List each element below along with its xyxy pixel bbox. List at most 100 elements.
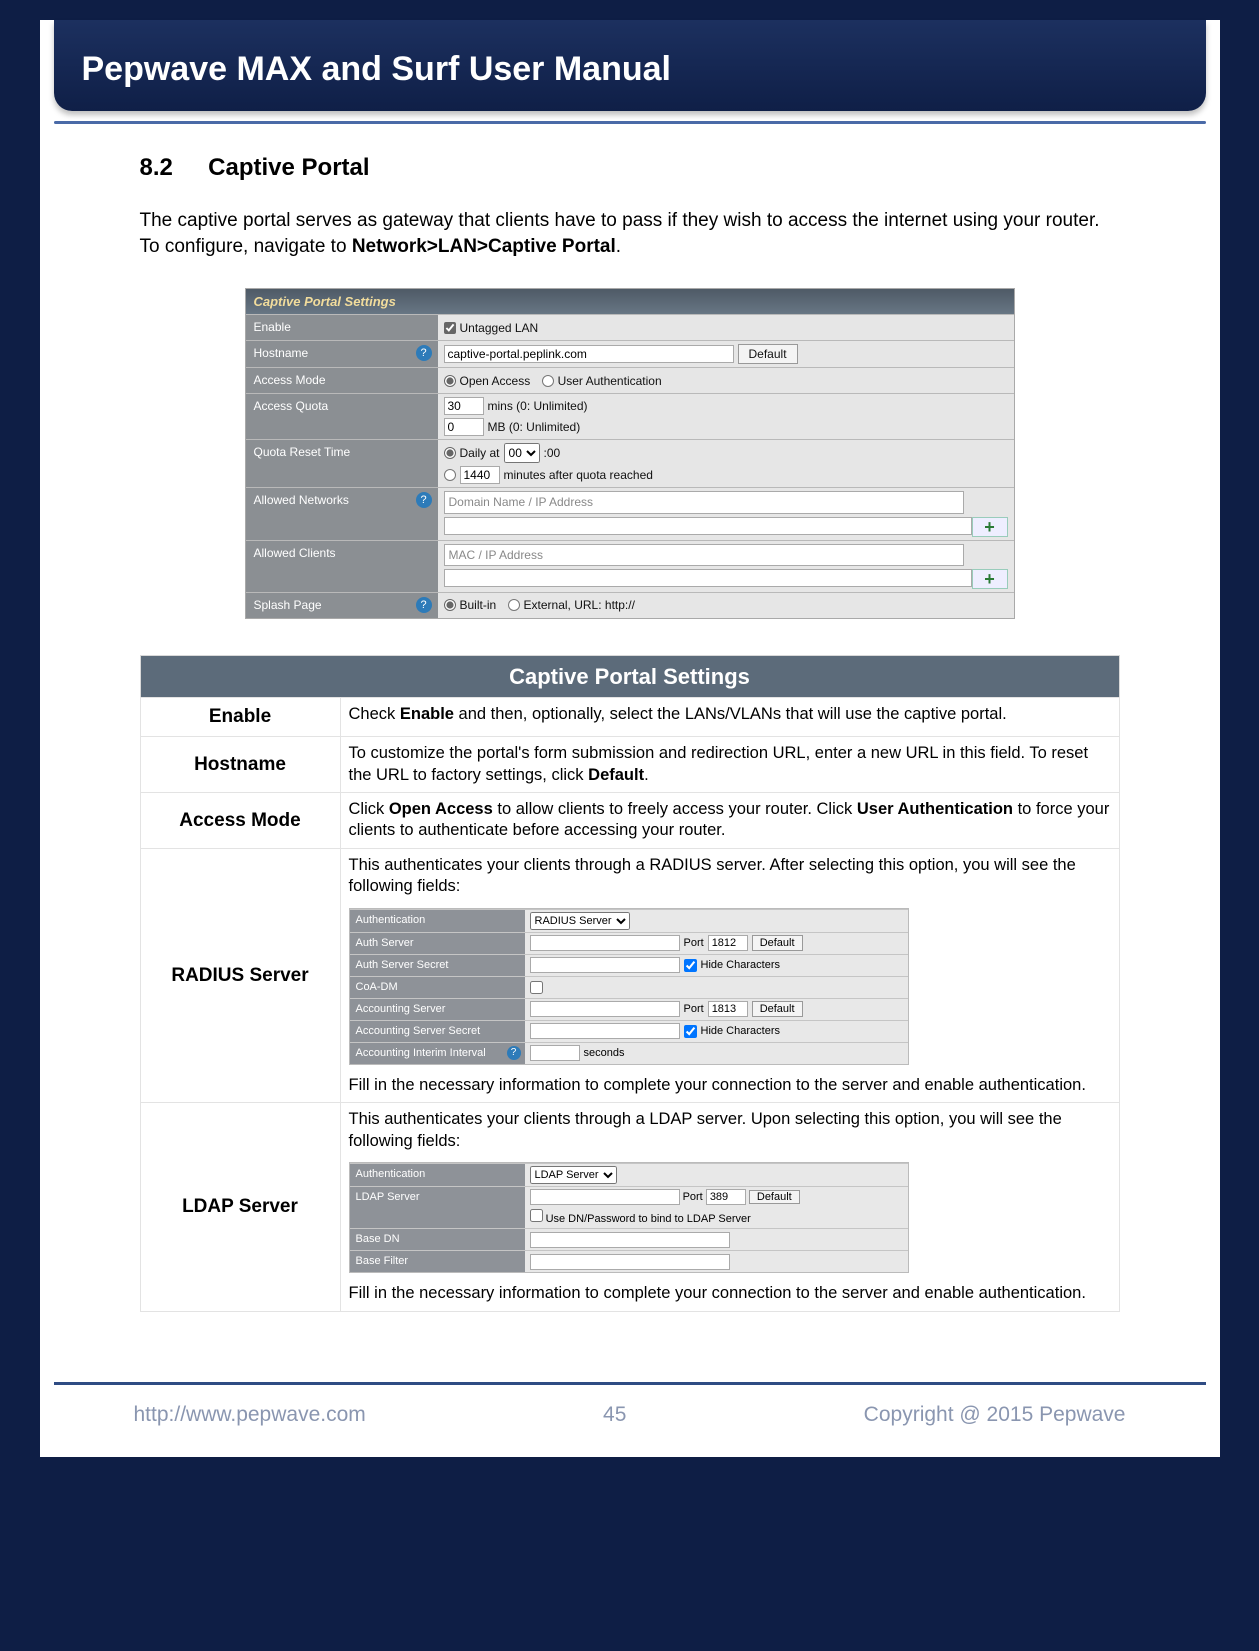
quota-mins-label: mins (0: Unlimited) [488, 398, 588, 414]
r-port-acct-input[interactable] [708, 1001, 748, 1017]
r-authsecret-input[interactable] [530, 957, 680, 973]
after-quota-radio[interactable] [444, 469, 456, 481]
l-basefilter-input[interactable] [530, 1254, 730, 1270]
content: 8.2 Captive Portal The captive portal se… [40, 152, 1220, 1322]
r-authserver-input[interactable] [530, 935, 680, 951]
quota-mb-input[interactable] [444, 418, 484, 436]
l-basedn-input[interactable] [530, 1232, 730, 1248]
footer-url: http://www.pepwave.com [134, 1403, 366, 1427]
row-access-mode: Access Mode Open Access User Authenticat… [246, 367, 1014, 393]
l-auth-select[interactable]: LDAP Server [530, 1166, 617, 1184]
intro-text-c: . [616, 236, 621, 257]
allowed-clients-placeholder[interactable]: MAC / IP Address [444, 544, 964, 566]
external-label: External, URL: http:// [524, 597, 635, 613]
row-hostname: Hostname ? Default [246, 340, 1014, 367]
l-port-label: Port [683, 1191, 703, 1203]
enable-checkbox[interactable] [444, 322, 456, 334]
builtin-label: Built-in [460, 597, 497, 613]
ldap-pre-text: This authenticates your clients through … [349, 1109, 1111, 1152]
help-icon[interactable]: ? [416, 345, 432, 361]
label-access-mode: Access Mode [246, 368, 438, 393]
val-allowed-clients: MAC / IP Address + [438, 541, 1014, 592]
help-icon[interactable]: ? [416, 597, 432, 613]
r-interval-input[interactable] [530, 1045, 580, 1061]
r-default-btn[interactable]: Default [752, 935, 803, 951]
l-usedn-label: Use DN/Password to bind to LDAP Server [546, 1213, 751, 1225]
add-client-button[interactable]: + [972, 569, 1008, 589]
label-allowed-networks: Allowed Networks ? [246, 488, 438, 539]
section-title: Captive Portal [208, 154, 369, 181]
external-radio[interactable] [508, 599, 520, 611]
def-header: Captive Portal Settings [140, 655, 1119, 698]
val-splash-page: Built-in External, URL: http:// [438, 593, 1014, 618]
r-auth-select[interactable]: RADIUS Server [530, 912, 630, 930]
allowed-networks-input[interactable] [444, 517, 972, 535]
row-allowed-clients: Allowed Clients MAC / IP Address + [246, 540, 1014, 592]
row-splash-page: Splash Page ? Built-in External, URL: ht… [246, 592, 1014, 618]
r-default-btn2[interactable]: Default [752, 1001, 803, 1017]
accent-line [54, 121, 1206, 124]
open-access-radio[interactable] [444, 375, 456, 387]
ldap-screenshot: Authentication LDAP Server LDAP Server P… [349, 1162, 909, 1273]
row-quota-reset: Quota Reset Time Daily at 00 :00 minutes [246, 439, 1014, 487]
default-button[interactable]: Default [738, 344, 798, 364]
captive-portal-definitions-table: Captive Portal Settings Enable Check Ena… [140, 655, 1120, 1312]
quota-mins-input[interactable] [444, 397, 484, 415]
label-enable: Enable [246, 315, 438, 340]
l-server-input[interactable] [530, 1189, 680, 1205]
section-number: 8.2 [140, 152, 202, 184]
r-lab-acctsecret: Accounting Server Secret [350, 1021, 525, 1042]
page: Pepwave MAX and Surf User Manual 8.2 Cap… [40, 20, 1220, 1457]
label-hostname: Hostname ? [246, 341, 438, 367]
user-auth-label: User Authentication [558, 373, 662, 389]
colon-label: :00 [544, 445, 561, 461]
add-network-button[interactable]: + [972, 517, 1008, 537]
user-auth-radio[interactable] [542, 375, 554, 387]
r-lab-acctserver: Accounting Server [350, 999, 525, 1020]
hour-select[interactable]: 00 [504, 443, 540, 463]
def-val-hostname: To customize the portal's form submissio… [340, 737, 1119, 793]
help-icon[interactable]: ? [416, 492, 432, 508]
ldap-post-text: Fill in the necessary information to com… [349, 1283, 1111, 1304]
footer-page: 45 [603, 1403, 626, 1427]
r-hide2-label: Hide Characters [701, 1024, 780, 1038]
section-heading: 8.2 Captive Portal [140, 152, 1120, 184]
def-row-ldap: LDAP Server This authenticates your clie… [140, 1103, 1119, 1312]
hostname-input[interactable] [444, 345, 734, 363]
l-lab-basedn: Base DN [350, 1229, 525, 1250]
intro-breadcrumb: Network>LAN>Captive Portal [352, 236, 616, 257]
r-port-auth-input[interactable] [708, 935, 748, 951]
r-port-label2: Port [684, 1002, 704, 1016]
allowed-networks-placeholder[interactable]: Domain Name / IP Address [444, 491, 964, 513]
daily-at-label: Daily at [460, 445, 500, 461]
def-key-enable: Enable [140, 698, 340, 737]
radius-pre-text: This authenticates your clients through … [349, 855, 1111, 898]
after-quota-input[interactable] [460, 466, 500, 484]
def-row-hostname: Hostname To customize the portal's form … [140, 737, 1119, 793]
r-coa-chk[interactable] [530, 981, 543, 994]
allowed-clients-input[interactable] [444, 569, 972, 587]
builtin-radio[interactable] [444, 599, 456, 611]
l-usedn-chk[interactable] [530, 1209, 543, 1222]
radius-post-text: Fill in the necessary information to com… [349, 1075, 1111, 1096]
r-hide2-chk[interactable] [684, 1025, 697, 1038]
manual-title-bar: Pepwave MAX and Surf User Manual [54, 20, 1206, 111]
manual-title: Pepwave MAX and Surf User Manual [82, 50, 672, 88]
help-icon[interactable]: ? [507, 1046, 521, 1060]
r-acctserver-input[interactable] [530, 1001, 680, 1017]
r-lab-auth: Authentication [350, 910, 525, 932]
after-quota-label: minutes after quota reached [504, 467, 653, 483]
def-key-access-mode: Access Mode [140, 792, 340, 848]
label-splash-text: Splash Page [254, 598, 322, 612]
daily-radio[interactable] [444, 447, 456, 459]
def-key-radius: RADIUS Server [140, 848, 340, 1102]
def-key-ldap: LDAP Server [140, 1103, 340, 1312]
r-seconds-label: seconds [584, 1046, 625, 1060]
r-hide1-chk[interactable] [684, 959, 697, 972]
quota-mb-label: MB (0: Unlimited) [488, 419, 581, 435]
l-lab-server: LDAP Server [350, 1187, 525, 1228]
l-default-btn[interactable]: Default [749, 1190, 800, 1204]
val-access-quota: mins (0: Unlimited) MB (0: Unlimited) [438, 394, 1014, 439]
l-port-input[interactable] [706, 1189, 746, 1205]
r-acctsecret-input[interactable] [530, 1023, 680, 1039]
